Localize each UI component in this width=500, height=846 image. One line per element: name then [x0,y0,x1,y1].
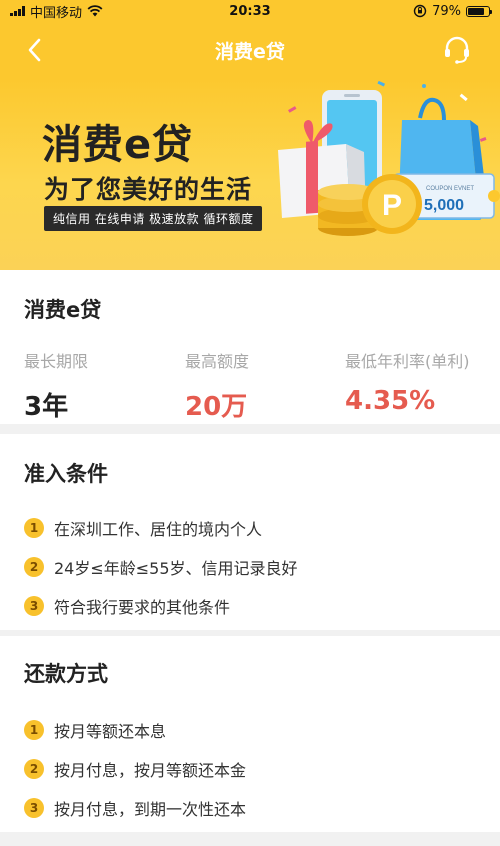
list-item-text: 符合我行要求的其他条件 [54,597,231,617]
eligibility-list: 1 在深圳工作、居住的境内个人 2 24岁≤年龄≤55岁、信用记录良好 3 符合我行要… [24,508,298,625]
coupon-value: 5,000 [424,197,464,214]
number-badge: 2 [24,758,44,779]
chevron-left-icon [28,38,41,62]
list-item: 1 按月等额还本息 [24,710,246,749]
headset-icon [445,36,469,64]
list-item-text: 在深圳工作、居住的境内个人 [54,519,263,539]
back-button[interactable] [18,34,50,66]
stat-min-rate: 最低年利率(单利) 4.35% [345,348,470,416]
stat-label: 最高额度 [185,352,250,371]
stat-max-amount: 最高额度 20万 [185,348,249,423]
stat-value: 20万 [185,392,248,422]
list-item-text: 按月付息，到期一次性还本 [54,799,247,819]
banner-title: 消费e贷 [42,122,194,168]
orientation-lock-icon [413,4,427,18]
battery-icon [466,5,492,17]
page-title: 消费e贷 [215,40,285,63]
list-item-text: 按月等额还本息 [54,721,167,741]
eligibility-card: 准入条件 1 在深圳工作、居住的境内个人 2 24岁≤年龄≤55岁、信用记录良好 3… [0,434,500,630]
promo-banner[interactable]: 消费e贷 为了您美好的生活 纯信用 在线申请 极速放款 循环额度 COUPON … [0,78,500,270]
banner-subtitle: 为了您美好的生活 [44,175,253,204]
wifi-icon [87,5,103,17]
product-title: 消费e贷 [24,298,102,322]
customer-service-button[interactable] [440,34,474,66]
repayment-card: 还款方式 1 按月等额还本息 2 按月付息，按月等额还本金 3 按月付息，到期一次性还… [0,636,500,832]
stat-value: 3年 [24,392,69,422]
coin-letter: P [382,189,402,222]
battery-fill [468,7,484,15]
list-item: 3 按月付息，到期一次性还本 [24,788,246,827]
number-badge: 1 [24,719,44,740]
list-item: 2 按月付息，按月等额还本金 [24,749,246,788]
repayment-list: 1 按月等额还本息 2 按月付息，按月等额还本金 3 按月付息，到期一次性还本 [24,710,246,827]
list-item-text: 按月付息，按月等额还本金 [54,760,247,780]
coupon-caption: COUPON EVNET [426,186,474,192]
number-badge: 3 [24,797,44,818]
stat-label: 最长期限 [24,352,89,371]
banner-tags: 纯信用 在线申请 极速放款 循环额度 [44,206,263,231]
banner-illustration: COUPON EVNET 5,000 P [278,80,500,236]
number-badge: 2 [24,556,44,577]
number-badge: 3 [24,595,44,616]
stat-label: 最低年利率(单利) [345,352,470,371]
signal-icon [10,6,25,16]
list-item-text: 24岁≤年龄≤55岁、信用记录良好 [54,558,298,578]
status-right: 79% [413,3,492,19]
battery-percent: 79% [432,3,461,19]
section-title: 准入条件 [24,462,108,486]
status-left: 中国移动 [10,2,103,21]
stat-value: 4.35% [345,386,436,416]
product-summary-card: 消费e贷 最长期限 3年 最高额度 20万 最低年利率(单利) 4.35% [0,270,500,424]
list-item: 1 在深圳工作、居住的境内个人 [24,508,298,547]
number-badge: 1 [24,517,44,538]
carrier-label: 中国移动 [30,5,83,21]
list-item: 3 符合我行要求的其他条件 [24,586,298,625]
stat-max-term: 最长期限 3年 [24,348,88,423]
section-title: 还款方式 [24,662,108,686]
list-item: 2 24岁≤年龄≤55岁、信用记录良好 [24,547,298,586]
nav-bar: 消费e贷 [0,22,500,78]
status-bar: 中国移动 20:33 79% [0,0,500,22]
